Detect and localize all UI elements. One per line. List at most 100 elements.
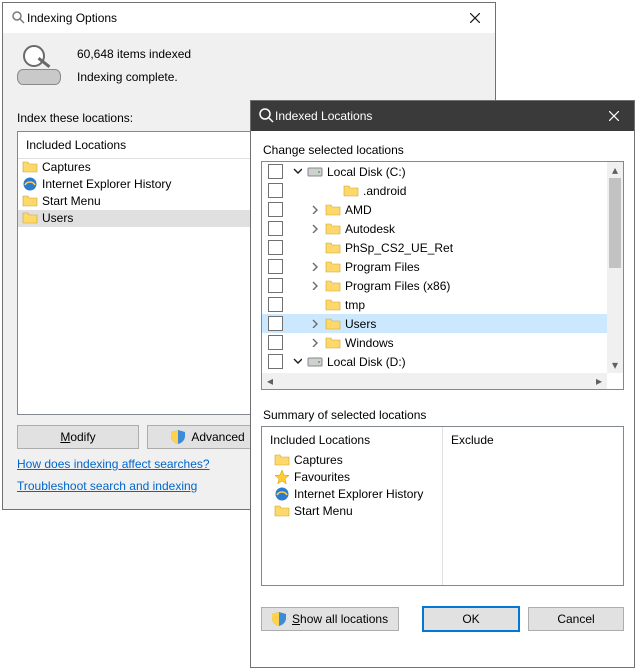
chevron-right-icon[interactable] bbox=[309, 318, 321, 330]
tree-item[interactable]: Windows bbox=[262, 333, 607, 352]
tree-item[interactable]: .android bbox=[262, 181, 607, 200]
folder-icon bbox=[325, 335, 341, 351]
folder-icon bbox=[325, 202, 341, 218]
titlebar[interactable]: Indexed Locations bbox=[251, 101, 634, 131]
included-header: Included Locations bbox=[270, 433, 434, 447]
scroll-up-arrow[interactable]: ▴ bbox=[607, 162, 623, 178]
how-indexing-link[interactable]: How does indexing affect searches? bbox=[17, 457, 210, 471]
tree-item[interactable]: Program Files bbox=[262, 257, 607, 276]
troubleshoot-link[interactable]: Troubleshoot search and indexing bbox=[17, 479, 197, 493]
tree-item[interactable]: Users bbox=[262, 314, 607, 333]
tree-item[interactable]: tmp bbox=[262, 295, 607, 314]
ok-button[interactable]: OK bbox=[422, 606, 520, 632]
indexing-status: Indexing complete. bbox=[77, 66, 191, 89]
folder-icon bbox=[343, 183, 359, 199]
item-label: Captures bbox=[294, 453, 343, 467]
tree-item[interactable]: Local Disk (D:) bbox=[262, 352, 607, 371]
list-item[interactable]: Captures bbox=[270, 451, 434, 468]
item-label: PhSp_CS2_UE_Ret bbox=[345, 241, 453, 255]
tree-item[interactable]: AMD bbox=[262, 200, 607, 219]
folder-icon bbox=[274, 452, 290, 468]
drive-icon bbox=[307, 164, 323, 180]
chevron-right-icon[interactable] bbox=[309, 204, 321, 216]
item-label: Windows bbox=[345, 336, 394, 350]
exclude-header: Exclude bbox=[451, 433, 615, 447]
tree-item[interactable]: Program Files (x86) bbox=[262, 276, 607, 295]
folder-icon bbox=[325, 316, 341, 332]
item-label: Users bbox=[345, 317, 376, 331]
chevron-right-icon[interactable] bbox=[309, 223, 321, 235]
folder-icon bbox=[325, 297, 341, 313]
checkbox[interactable] bbox=[268, 240, 283, 255]
item-label: .android bbox=[363, 184, 406, 198]
item-label: tmp bbox=[345, 298, 365, 312]
titlebar[interactable]: Indexing Options bbox=[3, 3, 495, 33]
checkbox[interactable] bbox=[268, 164, 283, 179]
shield-icon bbox=[171, 430, 185, 444]
advanced-label: Advanced bbox=[191, 430, 244, 444]
horizontal-scrollbar[interactable]: ◂ ▸ bbox=[262, 373, 607, 389]
folder-icon bbox=[325, 278, 341, 294]
folder-icon bbox=[22, 193, 38, 209]
tree-item[interactable]: Autodesk bbox=[262, 219, 607, 238]
ie-icon bbox=[274, 486, 290, 502]
folder-icon bbox=[325, 240, 341, 256]
list-item[interactable]: Favourites bbox=[270, 468, 434, 485]
list-item[interactable]: Internet Explorer History bbox=[270, 485, 434, 502]
indexed-locations-window: Indexed Locations Change selected locati… bbox=[250, 100, 635, 668]
search-icon bbox=[17, 43, 59, 85]
window-title: Indexed Locations bbox=[275, 109, 372, 123]
app-icon bbox=[11, 10, 27, 26]
scroll-right-arrow[interactable]: ▸ bbox=[591, 373, 607, 389]
checkbox[interactable] bbox=[268, 259, 283, 274]
checkbox[interactable] bbox=[268, 183, 283, 198]
folder-icon bbox=[22, 210, 38, 226]
checkbox[interactable] bbox=[268, 335, 283, 350]
item-label: Internet Explorer History bbox=[294, 487, 423, 501]
vertical-scrollbar[interactable]: ▴ ▾ bbox=[607, 162, 623, 373]
tree-item[interactable]: PhSp_CS2_UE_Ret bbox=[262, 238, 607, 257]
scroll-down-arrow[interactable]: ▾ bbox=[607, 357, 623, 373]
close-button[interactable] bbox=[455, 3, 495, 33]
chevron-right-icon[interactable] bbox=[309, 280, 321, 292]
item-label: Program Files bbox=[345, 260, 420, 274]
checkbox[interactable] bbox=[268, 316, 283, 331]
chevron-right-icon[interactable] bbox=[309, 337, 321, 349]
item-label: Start Menu bbox=[42, 194, 101, 208]
scroll-thumb[interactable] bbox=[609, 178, 621, 268]
chevron-down-icon[interactable] bbox=[291, 166, 303, 178]
folder-icon bbox=[325, 259, 341, 275]
folder-icon bbox=[325, 221, 341, 237]
item-label: AMD bbox=[345, 203, 372, 217]
chevron-down-icon[interactable] bbox=[291, 356, 303, 368]
summary-label: Summary of selected locations bbox=[263, 408, 624, 422]
checkbox[interactable] bbox=[268, 354, 283, 369]
shield-icon bbox=[272, 612, 286, 626]
item-label: Internet Explorer History bbox=[42, 177, 171, 191]
ie-icon bbox=[22, 176, 38, 192]
checkbox[interactable] bbox=[268, 202, 283, 217]
checkbox[interactable] bbox=[268, 297, 283, 312]
tree-item[interactable]: Local Disk (C:) bbox=[262, 162, 607, 181]
drive-icon bbox=[307, 354, 323, 370]
modify-label: odify bbox=[70, 430, 95, 444]
item-label: Users bbox=[42, 211, 73, 225]
items-indexed-label: 60,648 items indexed bbox=[77, 43, 191, 66]
item-label: Autodesk bbox=[345, 222, 395, 236]
chevron-right-icon[interactable] bbox=[309, 261, 321, 273]
scroll-left-arrow[interactable]: ◂ bbox=[262, 373, 278, 389]
checkbox[interactable] bbox=[268, 278, 283, 293]
window-title: Indexing Options bbox=[27, 11, 117, 25]
modify-button[interactable]: Modify bbox=[17, 425, 139, 449]
item-label: Local Disk (C:) bbox=[327, 165, 406, 179]
summary-box: Included Locations CapturesFavourites Int… bbox=[261, 426, 624, 586]
folder-icon bbox=[274, 503, 290, 519]
checkbox[interactable] bbox=[268, 221, 283, 236]
list-item[interactable]: Start Menu bbox=[270, 502, 434, 519]
close-button[interactable] bbox=[594, 101, 634, 131]
cancel-button[interactable]: Cancel bbox=[528, 607, 624, 631]
show-all-button[interactable]: Show all locations bbox=[261, 607, 399, 631]
star-icon bbox=[274, 469, 290, 485]
locations-tree[interactable]: Local Disk (C:) .android AMD Autodesk PhSp_C… bbox=[261, 161, 624, 390]
item-label: Local Disk (D:) bbox=[327, 355, 406, 369]
